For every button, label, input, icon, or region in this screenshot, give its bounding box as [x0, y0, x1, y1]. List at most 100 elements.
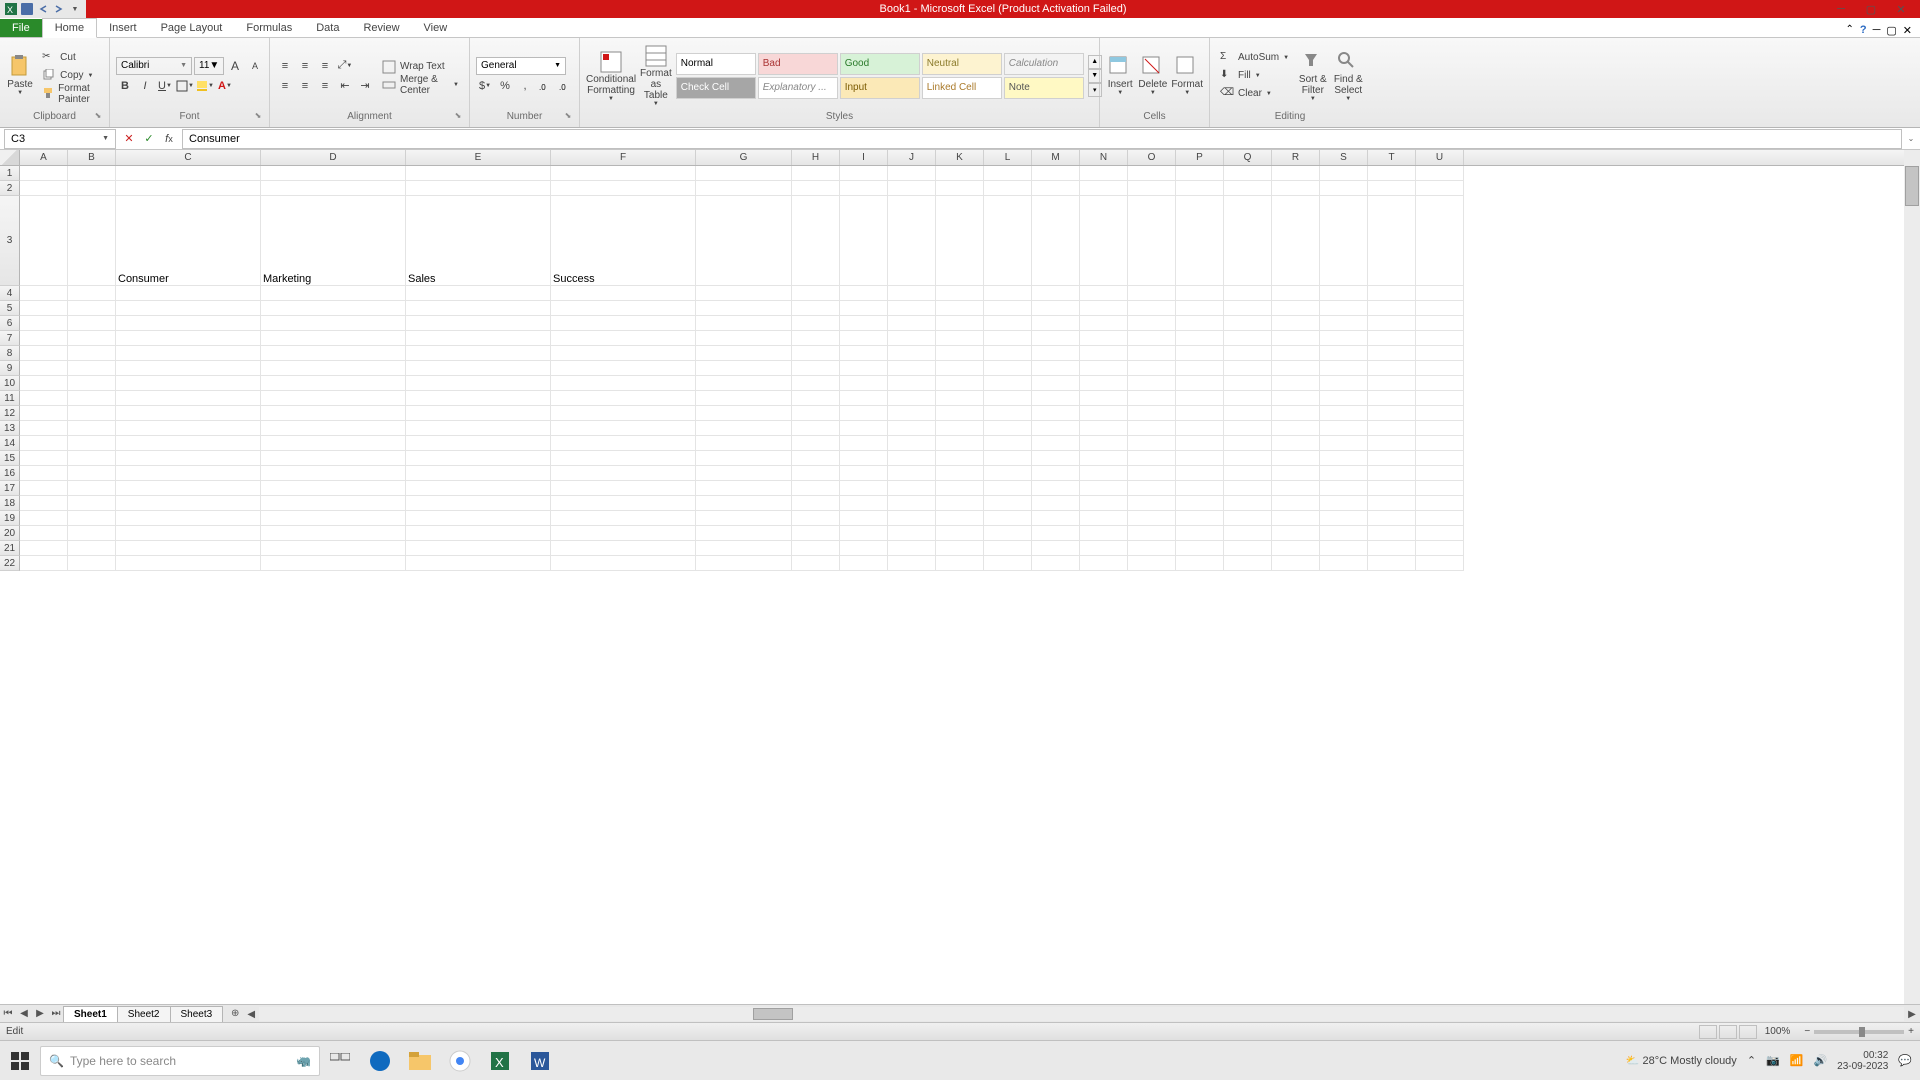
cell[interactable]: [1272, 511, 1320, 526]
cell[interactable]: [1272, 526, 1320, 541]
format-button[interactable]: Format▼: [1171, 55, 1203, 96]
cell[interactable]: [1368, 286, 1416, 301]
cell[interactable]: [1128, 436, 1176, 451]
cell[interactable]: [792, 406, 840, 421]
cell[interactable]: [936, 286, 984, 301]
cell[interactable]: [984, 316, 1032, 331]
cell[interactable]: [551, 316, 696, 331]
cell[interactable]: [1320, 391, 1368, 406]
cell[interactable]: [1368, 481, 1416, 496]
cell[interactable]: [1416, 286, 1464, 301]
cell[interactable]: [840, 166, 888, 181]
cell[interactable]: [936, 406, 984, 421]
cell[interactable]: [696, 286, 792, 301]
redo-icon[interactable]: [52, 2, 66, 16]
cell[interactable]: [261, 406, 406, 421]
sheet-nav-prev[interactable]: ◀: [16, 1006, 32, 1022]
cell[interactable]: [792, 331, 840, 346]
cell[interactable]: [1416, 511, 1464, 526]
cell[interactable]: [406, 406, 551, 421]
cell[interactable]: [1416, 406, 1464, 421]
cell[interactable]: [1416, 181, 1464, 196]
cell[interactable]: [984, 526, 1032, 541]
cell[interactable]: [551, 301, 696, 316]
cell[interactable]: [1128, 481, 1176, 496]
decrease-indent-button[interactable]: ⇤: [336, 77, 354, 95]
cell[interactable]: [1128, 496, 1176, 511]
cell[interactable]: [68, 196, 116, 286]
cell[interactable]: [888, 301, 936, 316]
cell[interactable]: [1320, 541, 1368, 556]
file-explorer-taskbar-icon[interactable]: [400, 1041, 440, 1080]
cell[interactable]: [1224, 196, 1272, 286]
cell[interactable]: [792, 496, 840, 511]
cell[interactable]: [888, 286, 936, 301]
cell[interactable]: [1272, 361, 1320, 376]
cell[interactable]: [936, 496, 984, 511]
cell[interactable]: [840, 301, 888, 316]
cell[interactable]: [888, 346, 936, 361]
zoom-slider-handle[interactable]: [1859, 1027, 1865, 1037]
cell[interactable]: [984, 361, 1032, 376]
cell[interactable]: [1368, 556, 1416, 571]
cell[interactable]: [406, 331, 551, 346]
cell[interactable]: [1320, 181, 1368, 196]
font-color-button[interactable]: A▼: [216, 77, 234, 95]
cell[interactable]: [116, 361, 261, 376]
cell[interactable]: [696, 421, 792, 436]
cell[interactable]: [1224, 541, 1272, 556]
cell[interactable]: [116, 331, 261, 346]
cell[interactable]: [20, 421, 68, 436]
cell[interactable]: [68, 301, 116, 316]
row-header[interactable]: 19: [0, 511, 20, 526]
cell[interactable]: [1416, 556, 1464, 571]
row-header[interactable]: 9: [0, 361, 20, 376]
cell[interactable]: [116, 166, 261, 181]
cell[interactable]: [1368, 496, 1416, 511]
row-header[interactable]: 4: [0, 286, 20, 301]
cell[interactable]: [936, 556, 984, 571]
cell[interactable]: [1272, 541, 1320, 556]
cell[interactable]: [888, 391, 936, 406]
cell[interactable]: [936, 331, 984, 346]
cell[interactable]: [984, 556, 1032, 571]
cell[interactable]: [1176, 466, 1224, 481]
underline-button[interactable]: U▼: [156, 77, 174, 95]
font-name-combo[interactable]: Calibri▼: [116, 57, 192, 75]
wrap-text-button[interactable]: Wrap Text: [378, 59, 463, 75]
cell[interactable]: [1320, 361, 1368, 376]
cell[interactable]: [551, 181, 696, 196]
style-good[interactable]: Good: [840, 53, 920, 75]
cell[interactable]: [406, 481, 551, 496]
cell[interactable]: [261, 421, 406, 436]
cell[interactable]: [1416, 316, 1464, 331]
cell[interactable]: [1128, 541, 1176, 556]
page-break-view-button[interactable]: [1739, 1025, 1757, 1039]
style-bad[interactable]: Bad: [758, 53, 838, 75]
tab-data[interactable]: Data: [304, 19, 351, 37]
column-header[interactable]: J: [888, 150, 936, 165]
cell[interactable]: [68, 361, 116, 376]
cell[interactable]: [1128, 511, 1176, 526]
cell[interactable]: [792, 511, 840, 526]
name-box[interactable]: C3▼: [4, 129, 116, 149]
cell[interactable]: [984, 181, 1032, 196]
cell[interactable]: [1224, 316, 1272, 331]
cell[interactable]: [792, 181, 840, 196]
cell[interactable]: [20, 526, 68, 541]
cell[interactable]: [888, 526, 936, 541]
cell[interactable]: [551, 496, 696, 511]
row-header[interactable]: 6: [0, 316, 20, 331]
column-header[interactable]: M: [1032, 150, 1080, 165]
cell[interactable]: [1080, 166, 1128, 181]
confirm-edit-button[interactable]: ✓: [140, 130, 158, 148]
sheet-nav-last[interactable]: ⏭: [48, 1006, 64, 1022]
cell[interactable]: [1080, 376, 1128, 391]
cell[interactable]: [1272, 451, 1320, 466]
clear-button[interactable]: ⌫Clear▼: [1216, 86, 1293, 102]
cell[interactable]: [261, 451, 406, 466]
cell[interactable]: [1080, 181, 1128, 196]
cell[interactable]: [68, 451, 116, 466]
cell[interactable]: [68, 466, 116, 481]
align-middle-button[interactable]: ≡: [296, 57, 314, 75]
